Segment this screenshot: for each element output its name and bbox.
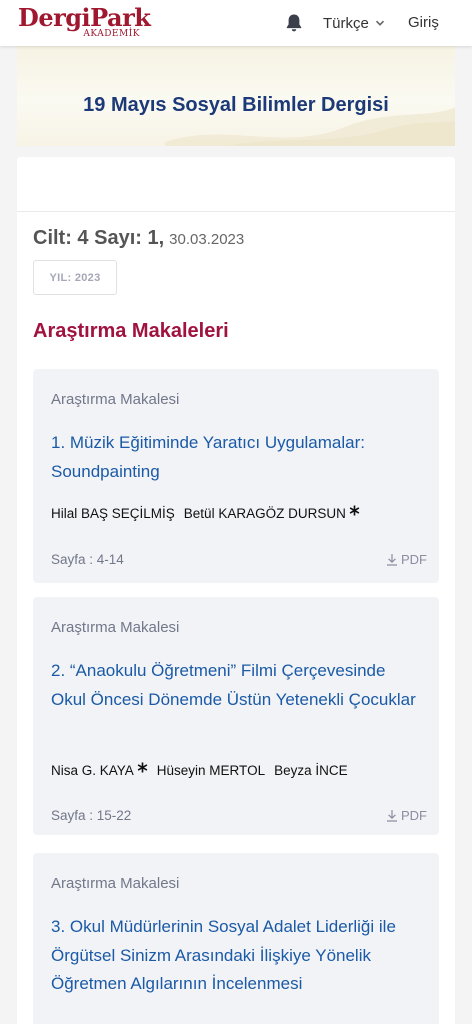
asterisk-icon bbox=[137, 761, 148, 773]
article-type: Araştırma Makalesi bbox=[51, 391, 180, 408]
chevron-down-icon bbox=[375, 20, 384, 26]
download-icon bbox=[387, 554, 397, 566]
article-card: Araştırma Makalesi 3. Okul Müdürlerinin … bbox=[33, 853, 439, 1024]
author-name[interactable]: Hüseyin MERTOL bbox=[157, 763, 265, 778]
article-card: Araştırma Makalesi 1. Müzik Eğitiminde Y… bbox=[33, 369, 439, 583]
author-name[interactable]: Hilal BAŞ SEÇİLMİŞ bbox=[51, 506, 175, 521]
author-list: Hilal BAŞ SEÇİLMİŞ Betül KARAGÖZ DURSUN bbox=[51, 503, 369, 523]
asterisk-icon bbox=[349, 504, 360, 516]
journal-title[interactable]: 19 Mayıs Sosyal Bilimler Dergisi bbox=[17, 92, 455, 118]
card-divider bbox=[17, 211, 455, 212]
article-title-link[interactable]: 3. Okul Müdürlerinin Sosyal Adalet Lider… bbox=[51, 913, 423, 999]
pdf-label: PDF bbox=[401, 552, 427, 567]
article-title-link[interactable]: 2. “Anaokulu Öğretmeni” Filmi Çerçevesin… bbox=[51, 657, 423, 714]
section-title: Araştırma Makaleleri bbox=[33, 320, 229, 342]
journal-banner: 19 Mayıs Sosyal Bilimler Dergisi bbox=[17, 46, 455, 146]
pdf-download-link[interactable]: PDF bbox=[386, 552, 427, 567]
article-type: Araştırma Makalesi bbox=[51, 619, 180, 636]
issue-label: Cilt: 4 Sayı: 1, bbox=[33, 227, 165, 249]
logo-main-text: DergiPark bbox=[18, 3, 151, 32]
article-card: Araştırma Makalesi 2. “Anaokulu Öğretmen… bbox=[33, 597, 439, 835]
pdf-label: PDF bbox=[401, 808, 427, 823]
language-selector[interactable]: Türkçe bbox=[323, 12, 385, 34]
top-navigation: DergiPark AKADEMİK Türkçe Giriş bbox=[0, 0, 472, 46]
pdf-download-link[interactable]: PDF bbox=[386, 808, 427, 823]
download-icon bbox=[387, 810, 397, 822]
article-type: Araştırma Makalesi bbox=[51, 875, 180, 892]
page-range: Sayfa : 4-14 bbox=[51, 552, 124, 567]
author-name[interactable]: Betül KARAGÖZ DURSUN bbox=[184, 506, 346, 521]
author-name[interactable]: Beyza İNCE bbox=[274, 763, 348, 778]
issue-heading: Cilt: 4 Sayı: 1, 30.03.2023 bbox=[33, 227, 244, 257]
author-list: Nisa G. KAYA Hüseyin MERTOL Beyza İNCE bbox=[51, 760, 357, 780]
login-link[interactable]: Giriş bbox=[408, 12, 439, 34]
language-label: Türkçe bbox=[323, 14, 369, 32]
bell-icon[interactable] bbox=[285, 13, 303, 33]
issue-card: Cilt: 4 Sayı: 1, 30.03.2023 YIL: 2023 Ar… bbox=[17, 157, 455, 1024]
author-name[interactable]: Nisa G. KAYA bbox=[51, 763, 134, 778]
issue-date: 30.03.2023 bbox=[169, 231, 245, 248]
page-range: Sayfa : 15-22 bbox=[51, 808, 132, 823]
article-title-link[interactable]: 1. Müzik Eğitiminde Yaratıcı Uygulamalar… bbox=[51, 429, 423, 486]
dergipark-logo[interactable]: DergiPark AKADEMİK bbox=[18, 4, 151, 42]
logo-sub-text: AKADEMİK bbox=[83, 29, 140, 39]
year-badge[interactable]: YIL: 2023 bbox=[33, 260, 117, 295]
